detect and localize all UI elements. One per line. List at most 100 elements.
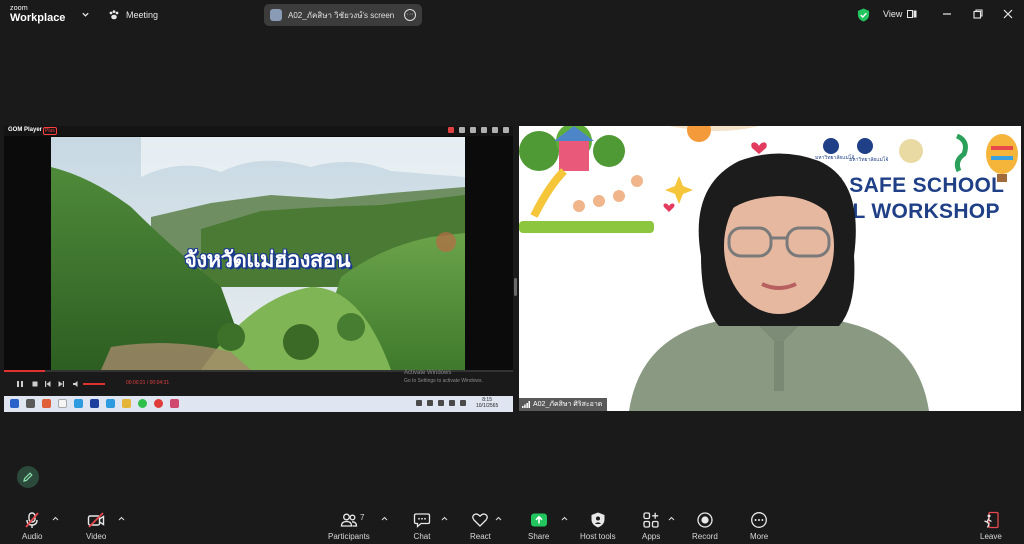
more-icon <box>751 512 768 528</box>
participant-name: A02_ภัคสิษา ศิริสะอาด <box>533 401 603 408</box>
audio-label: Audio <box>22 532 43 541</box>
annotate-button[interactable] <box>17 466 39 488</box>
video-button[interactable]: Video <box>86 504 106 544</box>
signal-strength-icon <box>522 401 530 408</box>
share-options-caret-icon[interactable] <box>561 516 568 521</box>
gom-minimize-icon <box>492 127 498 133</box>
gom-time-total: 00:04:31 <box>149 380 170 386</box>
firefox-icon <box>42 399 51 408</box>
volume-icon[interactable] <box>72 380 80 388</box>
apps-icon <box>643 512 659 528</box>
taskbar-date: 10/1/2565 <box>476 403 499 409</box>
activate-windows-subtitle: Go to Settings to activate Windows. <box>404 378 483 384</box>
meeting-label: Meeting <box>126 10 159 20</box>
meeting-toolbar: Audio Video Participants 7 Chat React Sh… <box>0 504 1024 544</box>
taskbar-clock: 8:15 10/1/2565 <box>476 397 498 409</box>
paw-icon <box>109 10 119 20</box>
gom-taskbar-icon <box>90 399 99 408</box>
more-options-icon[interactable]: ··· <box>404 9 416 21</box>
volume-slider[interactable] <box>83 383 105 385</box>
stop-icon[interactable] <box>31 380 39 388</box>
participant-video <box>629 153 929 411</box>
tile-splitter-handle[interactable] <box>514 278 517 296</box>
microphone-muted-icon <box>25 512 39 528</box>
shield-check-icon[interactable] <box>857 8 870 22</box>
pencil-icon <box>23 472 33 482</box>
tray-mic-icon <box>427 400 433 406</box>
chat-label: Chat <box>413 532 431 541</box>
leave-label: Leave <box>980 532 1002 541</box>
gom-fullscreen-icon <box>481 127 487 133</box>
line-icon <box>138 399 147 408</box>
heart-icon <box>472 513 489 527</box>
shared-screen-tile[interactable]: GOM Player Plus จังหวัดแม่ฮ่องสอน 00:00:… <box>4 126 513 412</box>
record-button[interactable]: Record <box>692 504 718 544</box>
gom-window-controls <box>448 127 509 133</box>
system-tray <box>416 400 466 406</box>
react-options-caret-icon[interactable] <box>495 516 502 521</box>
minimize-icon[interactable] <box>941 8 953 20</box>
gom-control-bar: 00:00:21 / 00:04:31 Activate Windows Go … <box>4 370 513 396</box>
video-frame: จังหวัดแม่ฮ่องสอน <box>51 137 465 370</box>
participants-count: 7 <box>360 513 365 522</box>
video-label: Video <box>86 532 107 541</box>
leave-button[interactable]: Leave <box>980 504 1002 544</box>
leave-icon <box>984 511 999 529</box>
share-screen-icon <box>530 513 547 527</box>
screen-share-label: A02_ภัคสิษา วิชัยวงษ์'s screen <box>288 10 395 20</box>
pause-icon[interactable] <box>16 380 24 388</box>
previous-icon[interactable] <box>44 380 52 388</box>
chat-button[interactable]: Chat <box>413 504 431 544</box>
gom-close-icon <box>503 127 509 133</box>
chat-options-caret-icon[interactable] <box>441 516 448 521</box>
gom-player-titlebar: GOM Player Plus <box>4 126 513 136</box>
folder-icon <box>122 399 131 408</box>
participants-button[interactable]: Participants <box>328 504 370 544</box>
share-button[interactable]: Share <box>528 504 549 544</box>
camera-tile[interactable]: มหาวิทยาลัยแม่โจ้ มหาวิทยาลัยแม่โจ้ I SA… <box>519 126 1021 411</box>
chrome-icon <box>74 399 83 408</box>
host-tools-button[interactable]: Host tools <box>580 504 616 544</box>
tray-network-icon <box>438 400 444 406</box>
gom-seek-fill <box>4 370 45 372</box>
share-label: Share <box>528 532 550 541</box>
chevron-down-icon[interactable] <box>81 10 90 19</box>
chat-icon <box>413 513 431 528</box>
tray-arrow-icon <box>416 400 422 406</box>
app-icon <box>154 399 163 408</box>
participants-label: Participants <box>328 532 370 541</box>
gom-settings-icon <box>459 127 465 133</box>
apps-options-caret-icon[interactable] <box>668 516 675 521</box>
record-icon <box>697 512 713 528</box>
react-label: React <box>470 532 491 541</box>
record-label: Record <box>692 532 718 541</box>
video-options-caret-icon[interactable] <box>118 516 125 521</box>
apps-button[interactable]: Apps <box>642 504 660 544</box>
top-bar: zoom Workplace Meeting A02_ภัคสิษา วิชัย… <box>0 0 1024 30</box>
next-icon[interactable] <box>57 380 65 388</box>
app2-icon <box>170 399 179 408</box>
participants-icon <box>340 513 358 527</box>
gom-plus-badge: Plus <box>43 127 57 135</box>
screen-share-indicator[interactable]: A02_ภัคสิษา วิชัยวงษ์'s screen ··· <box>264 4 422 26</box>
brand-top: zoom <box>10 5 28 12</box>
gom-record-icon <box>448 127 454 133</box>
shield-icon <box>591 512 605 528</box>
video-caption: จังหวัดแม่ฮ่องสอน <box>184 247 351 272</box>
meeting-menu[interactable]: Meeting <box>108 8 158 22</box>
video-off-icon <box>87 512 105 528</box>
presenter-avatar <box>270 9 282 21</box>
more-button[interactable]: More <box>750 504 768 544</box>
view-menu[interactable]: View <box>883 9 917 19</box>
tray-language-icon <box>460 400 466 406</box>
audio-options-caret-icon[interactable] <box>52 516 59 521</box>
audio-button[interactable]: Audio <box>22 504 42 544</box>
restore-icon[interactable] <box>972 8 984 20</box>
gom-player-name: GOM Player <box>8 127 43 133</box>
participants-options-caret-icon[interactable] <box>381 516 388 521</box>
close-icon[interactable] <box>1002 8 1014 20</box>
browser-icon <box>106 399 115 408</box>
gom-pin-icon <box>470 127 476 133</box>
react-button[interactable]: React <box>470 504 491 544</box>
host-tools-label: Host tools <box>580 532 616 541</box>
